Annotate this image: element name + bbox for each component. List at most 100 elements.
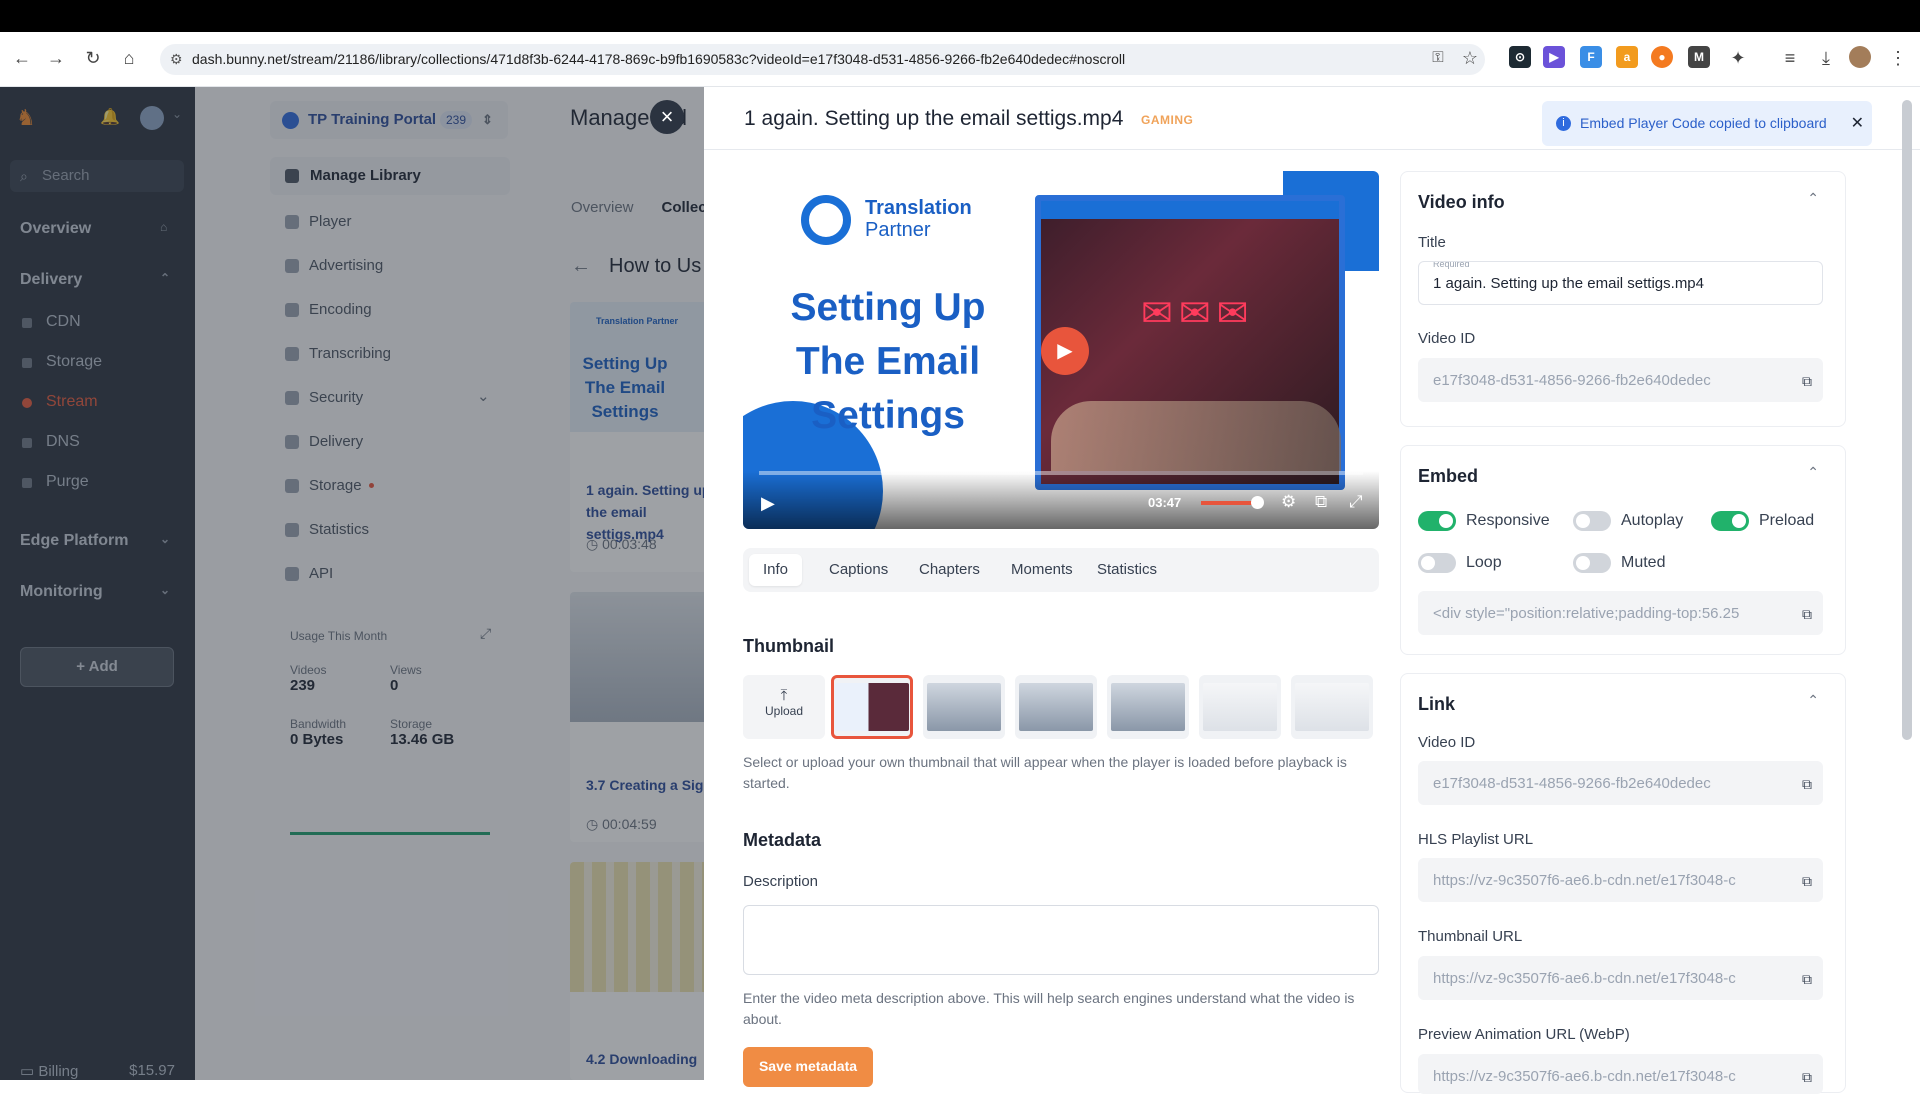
tab-captions[interactable]: Captions (815, 554, 902, 586)
panel-scrollbar[interactable] (1902, 100, 1912, 740)
copy-icon[interactable]: ⧉ (1802, 762, 1812, 804)
toggle-label: Preload (1759, 512, 1815, 529)
tab-statistics[interactable]: Statistics (1083, 554, 1171, 586)
browser-toolbar: ← → ↻ ⌂ ⚙ dash.bunny.net/stream/21186/li… (0, 32, 1920, 87)
video-info-card: Video info ⌃ Title Required 1 again. Sett… (1400, 171, 1846, 427)
extension-icon-2[interactable]: ▶ (1543, 46, 1565, 68)
toggle-label: Autoplay (1621, 512, 1684, 529)
embed-code-field[interactable]: <div style="position:relative;padding-to… (1418, 591, 1823, 635)
toggle-switch[interactable] (1573, 553, 1611, 573)
thumbnail-option[interactable] (923, 675, 1005, 739)
toggle-autoplay[interactable]: Autoplay (1573, 510, 1683, 532)
download-icon[interactable]: ⤓ (1812, 44, 1840, 72)
url-text: dash.bunny.net/stream/21186/library/coll… (192, 51, 1126, 67)
seek-bar[interactable] (759, 471, 1363, 475)
hls-url-field[interactable]: https://vz-9c3507f6-ae6.b-cdn.net/e17f30… (1418, 858, 1823, 902)
modal-backdrop[interactable] (0, 87, 704, 1080)
chevron-up-icon[interactable]: ⌃ (1807, 692, 1819, 709)
volume-slider[interactable] (1201, 501, 1257, 505)
decor-window-bar (1041, 201, 1339, 219)
popout-icon[interactable]: ⧉ (1315, 492, 1327, 512)
upload-thumbnail-button[interactable]: ⤒ Upload (743, 675, 825, 739)
tab-moments[interactable]: Moments (997, 554, 1087, 586)
copy-icon[interactable]: ⧉ (1802, 859, 1812, 901)
toggle-preload[interactable]: Preload (1711, 510, 1814, 532)
back-icon[interactable]: ← (8, 44, 36, 72)
browser-menu-icon[interactable]: ⋮ (1884, 44, 1912, 72)
tab-chapters[interactable]: Chapters (905, 554, 994, 586)
extension-icon-3[interactable]: F (1580, 46, 1602, 68)
embed-card: Embed ⌃ Responsive Autoplay Preload Loop… (1400, 445, 1846, 655)
settings-gear-icon[interactable]: ⚙ (1281, 492, 1296, 512)
extensions-puzzle-icon[interactable]: ✦ (1724, 44, 1752, 72)
thumbnail-url-label: Thumbnail URL (1418, 928, 1523, 945)
toggle-switch[interactable] (1418, 553, 1456, 573)
reload-icon[interactable]: ↻ (79, 44, 107, 72)
video-title-heading: 1 again. Setting up the email settigs.mp… (744, 107, 1124, 130)
thumbnail-option[interactable] (1199, 675, 1281, 739)
extension-icon-1[interactable]: ⊙ (1509, 46, 1531, 68)
site-settings-icon[interactable]: ⚙ (170, 44, 183, 75)
thumbnail-option[interactable] (1015, 675, 1097, 739)
link-card: Link ⌃ Video ID e17f3048-d531-4856-9266-… (1400, 673, 1846, 1094)
thumbnail-url-field[interactable]: https://vz-9c3507f6-ae6.b-cdn.net/e17f30… (1418, 956, 1823, 1000)
video-player[interactable]: Translation Partner Setting Up The Email … (743, 171, 1379, 529)
toggle-muted[interactable]: Muted (1573, 552, 1665, 574)
thumbnail-section-title: Thumbnail (743, 636, 834, 656)
chevron-up-icon[interactable]: ⌃ (1807, 464, 1819, 481)
link-video-id-field[interactable]: e17f3048-d531-4856-9266-fb2e640dedec ⧉ (1418, 761, 1823, 805)
bookmark-star-icon[interactable]: ☆ (1456, 44, 1484, 72)
hand-on-laptop-image (1051, 401, 1341, 471)
chevron-up-icon[interactable]: ⌃ (1807, 190, 1819, 207)
copy-icon[interactable]: ⧉ (1802, 359, 1812, 401)
copy-icon[interactable]: ⧉ (1802, 1055, 1812, 1093)
toast-notification: i Embed Player Code copied to clipboard … (1542, 101, 1872, 146)
toggle-switch[interactable] (1418, 511, 1456, 531)
title-input[interactable]: Required 1 again. Setting up the email se… (1418, 261, 1823, 305)
extension-icon-5[interactable]: ● (1651, 46, 1673, 68)
detail-tabs: Info Captions Chapters Moments Statistic… (743, 548, 1379, 592)
copy-icon[interactable]: ⧉ (1802, 592, 1812, 634)
thumbnail-option[interactable] (1291, 675, 1373, 739)
toggle-switch[interactable] (1711, 511, 1749, 531)
tab-info[interactable]: Info (749, 554, 803, 586)
extension-icon-6[interactable]: M (1688, 46, 1710, 68)
address-bar[interactable]: ⚙ dash.bunny.net/stream/21186/library/co… (160, 44, 1485, 75)
volume-handle[interactable] (1251, 496, 1264, 509)
player-headline: Setting Up The Email Settings (790, 286, 986, 437)
media-queue-icon[interactable]: ≡ (1776, 44, 1804, 72)
close-icon[interactable]: ✕ (1851, 101, 1864, 146)
amazon-extension-icon[interactable]: a (1616, 46, 1638, 68)
video-id-field[interactable]: e17f3048-d531-4856-9266-fb2e640dedec ⧉ (1418, 358, 1823, 402)
hls-label: HLS Playlist URL (1418, 831, 1534, 848)
play-overlay-icon[interactable]: ▶ (1041, 327, 1089, 375)
description-textarea[interactable] (743, 905, 1379, 975)
thumbnail-image (1203, 683, 1277, 731)
thumbnail-image (927, 683, 1001, 731)
toggle-loop[interactable]: Loop (1418, 552, 1502, 574)
upload-label: Upload (764, 704, 804, 718)
close-panel-button[interactable]: × (650, 100, 684, 134)
thumbnail-image (835, 683, 909, 731)
title-label: Title (1418, 234, 1446, 251)
fullscreen-icon[interactable]: ⤢ (1349, 492, 1363, 512)
save-metadata-button[interactable]: Save metadata (743, 1047, 873, 1087)
brand-line: Partner (865, 219, 931, 241)
required-hint: Required (1433, 261, 1470, 269)
toggle-switch[interactable] (1573, 511, 1611, 531)
thumbnail-option-selected[interactable] (831, 675, 913, 739)
copy-icon[interactable]: ⧉ (1802, 957, 1812, 999)
profile-avatar-icon[interactable] (1849, 46, 1871, 68)
play-icon[interactable]: ▶ (761, 493, 775, 514)
translation-partner-logo-icon (801, 195, 851, 245)
thumbnail-hint: Select or upload your own thumbnail that… (743, 754, 1347, 791)
preview-url-label: Preview Animation URL (WebP) (1418, 1026, 1630, 1043)
toggle-responsive[interactable]: Responsive (1418, 510, 1550, 532)
preview-url-field[interactable]: https://vz-9c3507f6-ae6.b-cdn.net/e17f30… (1418, 1054, 1823, 1094)
forward-icon[interactable]: → (42, 44, 70, 72)
browser-titlebar (0, 0, 1920, 32)
preview-url-value: https://vz-9c3507f6-ae6.b-cdn.net/e17f30… (1433, 1068, 1736, 1085)
thumbnail-option[interactable] (1107, 675, 1189, 739)
password-key-icon[interactable]: ⚿ (1424, 44, 1452, 72)
home-icon[interactable]: ⌂ (115, 44, 143, 72)
